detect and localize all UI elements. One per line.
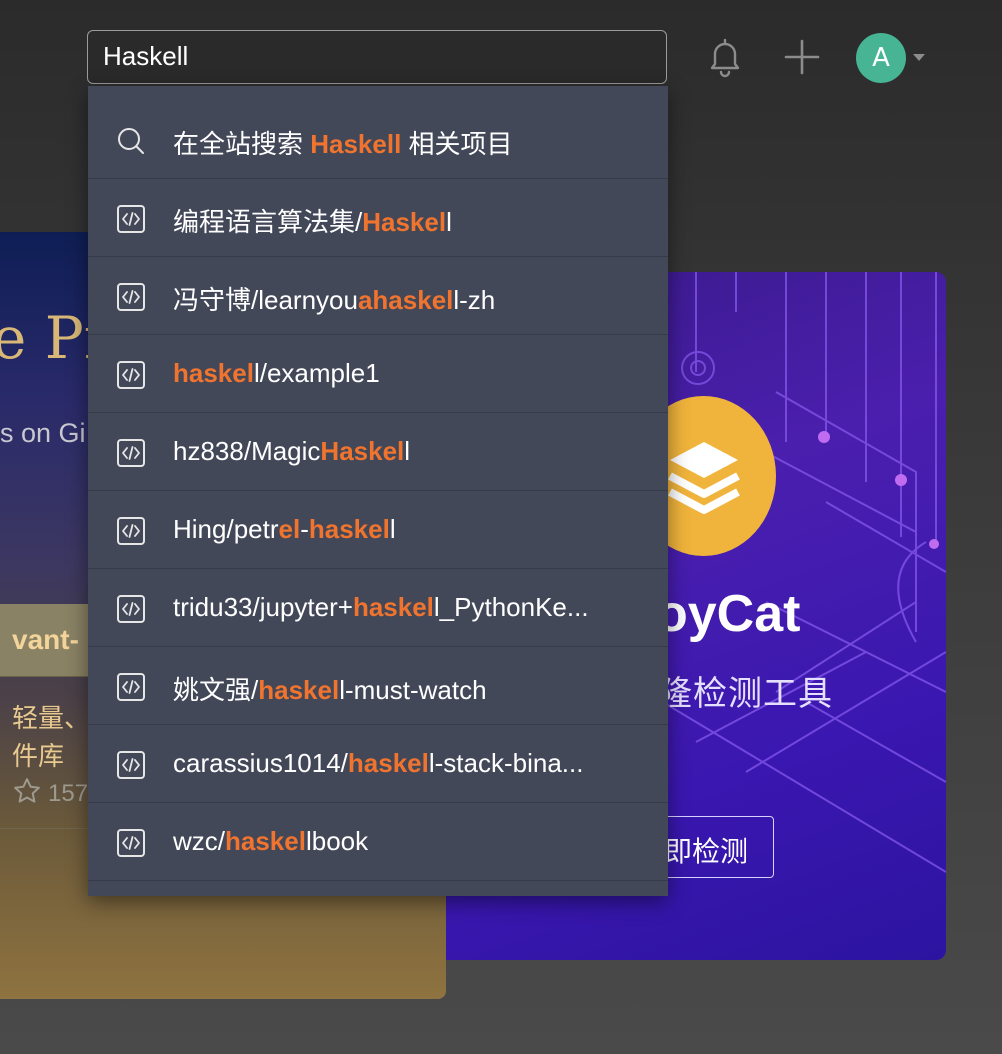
- search-result-label: Hing/petrel-haskell: [173, 514, 641, 545]
- search-result-row[interactable]: hz838/MagicHaskell: [88, 414, 668, 491]
- match-highlight: el: [278, 514, 301, 544]
- code-icon: [117, 595, 145, 623]
- code-icon: [117, 829, 145, 857]
- match-highlight: Haskel: [362, 207, 447, 237]
- result-text: l: [389, 514, 396, 544]
- project-name[interactable]: vant-: [12, 624, 79, 656]
- match-highlight: haskel: [308, 514, 390, 544]
- result-text: carassius1014/: [173, 748, 348, 778]
- search-suggestions-dropdown: 在全站搜索 Haskell 相关项目 编程语言算法集/Haskell 冯守博/le…: [88, 86, 668, 896]
- match-highlight: ahaskel: [357, 285, 454, 315]
- detect-button-label[interactable]: 即检测: [664, 830, 748, 870]
- chevron-down-icon[interactable]: [912, 53, 926, 63]
- banner-subtitle: 隆检测工具: [658, 675, 833, 713]
- search-icon: [118, 128, 144, 154]
- avatar[interactable]: A: [856, 33, 906, 83]
- layers-icon: [668, 442, 740, 514]
- site-search-row[interactable]: 在全站搜索 Haskell 相关项目: [88, 102, 668, 179]
- site-search-keyword: Haskell: [310, 129, 402, 159]
- search-result-row[interactable]: wzc/haskellbook: [88, 804, 668, 881]
- site-search-label: 在全站搜索 Haskell 相关项目: [173, 124, 641, 161]
- plus-icon[interactable]: [779, 34, 825, 80]
- result-text: 冯守博/learnyou: [173, 285, 358, 315]
- match-highlight: Haskel: [320, 436, 405, 466]
- code-icon: [117, 361, 145, 389]
- search-result-row[interactable]: tridu33/jupyter+haskell_PythonKe...: [88, 570, 668, 647]
- code-icon: [117, 751, 145, 779]
- result-text: l: [446, 207, 452, 237]
- match-highlight: haskel: [352, 592, 434, 622]
- result-text: l/example1: [253, 358, 380, 388]
- result-text: hz838/Magic: [173, 436, 321, 466]
- search-result-label: haskell/example1: [173, 358, 641, 389]
- site-search-suffix: 相关项目: [401, 129, 513, 159]
- search-input[interactable]: [103, 31, 643, 82]
- result-text: 姚文强/: [173, 675, 259, 705]
- result-text: l-must-watch: [339, 675, 487, 705]
- search-result-label: tridu33/jupyter+haskell_PythonKe...: [173, 592, 641, 623]
- search-box[interactable]: [87, 30, 667, 84]
- star-icon: [14, 778, 40, 803]
- match-highlight: haskel: [173, 358, 254, 388]
- site-search-prefix: 在全站搜索: [173, 129, 311, 159]
- result-text: l: [404, 436, 411, 466]
- code-icon: [117, 439, 145, 467]
- search-result-row[interactable]: carassius1014/haskell-stack-bina...: [88, 726, 668, 803]
- search-result-row[interactable]: Hing/petrel-haskell: [88, 492, 668, 569]
- search-result-label: 冯守博/learnyouahaskell-zh: [173, 280, 641, 317]
- result-text: tridu33/jupyter+: [173, 592, 353, 622]
- result-text: 编程语言算法集/: [173, 207, 363, 237]
- search-result-row[interactable]: haskell/example1: [88, 336, 668, 413]
- search-result-label: hz838/MagicHaskell: [173, 436, 641, 467]
- result-text: l-stack-bina...: [428, 748, 584, 778]
- result-text: -: [300, 514, 309, 544]
- match-highlight: haskel: [347, 748, 429, 778]
- star-count: 157: [48, 780, 89, 807]
- result-text: l_PythonKe...: [433, 592, 589, 622]
- result-text: l-zh: [453, 285, 496, 315]
- code-icon: [117, 673, 145, 701]
- code-icon: [117, 517, 145, 545]
- bell-icon[interactable]: [702, 34, 748, 80]
- project-description: 轻量、: [12, 703, 91, 733]
- result-text: Hing/petr: [173, 514, 279, 544]
- result-text: lbook: [305, 826, 369, 856]
- match-highlight: haskel: [225, 826, 306, 856]
- project-description-line2: 件库: [12, 741, 65, 771]
- banner-title: oyCat: [656, 585, 801, 643]
- search-result-row[interactable]: 编程语言算法集/Haskell: [88, 180, 668, 257]
- match-highlight: haskel: [258, 675, 340, 705]
- search-result-label: 编程语言算法集/Haskell: [173, 202, 641, 239]
- search-result-row[interactable]: 姚文强/haskell-must-watch: [88, 648, 668, 725]
- search-result-label: 姚文强/haskell-must-watch: [173, 670, 641, 707]
- search-result-label: wzc/haskellbook: [173, 826, 641, 857]
- code-icon: [117, 283, 145, 311]
- result-text: wzc/: [173, 826, 225, 856]
- search-result-label: carassius1014/haskell-stack-bina...: [173, 748, 641, 779]
- search-result-row[interactable]: 冯守博/learnyouahaskell-zh: [88, 258, 668, 335]
- banner-subtitle: s on Gi: [0, 418, 86, 448]
- code-icon: [117, 205, 145, 233]
